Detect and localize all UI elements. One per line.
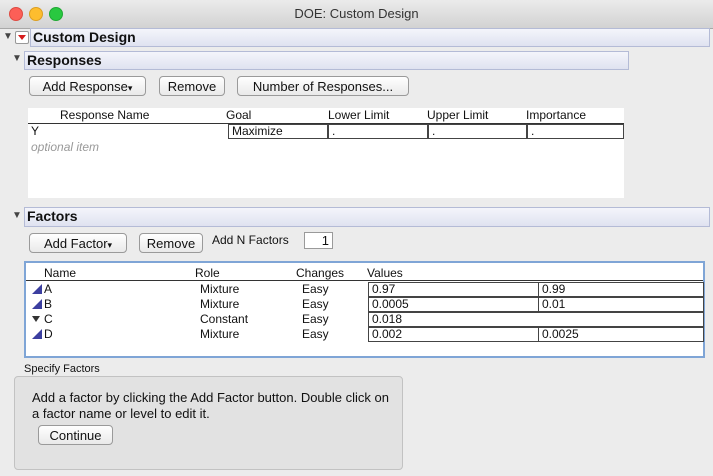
lower-limit-cell[interactable]: . (328, 124, 428, 139)
col-role: Role (195, 266, 220, 280)
add-response-button[interactable]: Add Response▾ (29, 76, 146, 96)
add-n-factors-input[interactable]: 1 (304, 232, 333, 249)
continue-button[interactable]: Continue (38, 425, 113, 445)
factor-role-cell[interactable]: Mixture (200, 327, 239, 341)
add-factor-button[interactable]: Add Factor▾ (29, 233, 127, 253)
number-of-responses-button[interactable]: Number of Responses... (237, 76, 409, 96)
factor-name-cell[interactable]: A (44, 282, 52, 296)
col-changes: Changes (296, 266, 345, 280)
responses-table: Response Name Goal Lower Limit Upper Lim… (28, 108, 624, 198)
red-triangle-menu-icon[interactable] (15, 31, 29, 44)
remove-factor-button[interactable]: Remove (139, 233, 203, 253)
factors-disclosure-icon[interactable]: ▼ (12, 210, 22, 221)
mixture-icon (32, 299, 42, 309)
factors-title: Factors (27, 208, 78, 224)
constant-icon (32, 316, 40, 322)
custom-design-title: Custom Design (33, 29, 136, 45)
add-response-label: Add Response (42, 79, 128, 94)
remove-response-button[interactable]: Remove (159, 76, 225, 96)
factor-value-high-cell[interactable]: 0.01 (538, 297, 704, 312)
responses-header (24, 51, 629, 70)
importance-cell[interactable]: . (527, 124, 624, 139)
factor-value-high-cell[interactable]: 0.0025 (538, 327, 704, 342)
factor-role-cell[interactable]: Mixture (200, 282, 239, 296)
factor-value-high-cell[interactable]: 0.99 (538, 282, 704, 297)
factors-header-divider (26, 280, 703, 281)
col-response-name: Response Name (60, 108, 150, 122)
factor-role-cell[interactable]: Constant (200, 312, 248, 326)
response-name-cell[interactable]: Y (31, 124, 39, 138)
add-factor-label: Add Factor (43, 236, 108, 251)
factor-name-cell[interactable]: B (44, 297, 52, 311)
factor-changes-cell[interactable]: Easy (302, 297, 329, 311)
factor-changes-cell[interactable]: Easy (302, 282, 329, 296)
specify-factors-label: Specify Factors (24, 363, 100, 375)
col-lower-limit: Lower Limit (328, 108, 390, 122)
responses-disclosure-icon[interactable]: ▼ (12, 53, 22, 64)
goal-cell[interactable]: Maximize (228, 124, 328, 139)
col-upper-limit: Upper Limit (427, 108, 489, 122)
col-values: Values (367, 266, 403, 280)
mixture-icon (32, 284, 42, 294)
col-importance: Importance (526, 108, 587, 122)
factor-name-cell[interactable]: D (44, 327, 53, 341)
factor-value-low-cell[interactable]: 0.97 (368, 282, 539, 297)
add-n-factors-label: Add N Factors (212, 233, 289, 247)
window-titlebar: DOE: Custom Design (0, 0, 713, 29)
factor-value-cell[interactable]: 0.018 (368, 312, 704, 327)
factor-changes-cell[interactable]: Easy (302, 327, 329, 341)
chevron-down-icon: ▾ (127, 83, 133, 93)
col-name: Name (44, 266, 77, 280)
custom-design-disclosure-icon[interactable]: ▼ (3, 31, 13, 42)
factor-value-low-cell[interactable]: 0.002 (368, 327, 539, 342)
factors-table: Name Role Changes Values A Mixture Easy … (24, 261, 705, 358)
mixture-icon (32, 329, 42, 339)
upper-limit-cell[interactable]: . (428, 124, 527, 139)
specify-factors-panel: Add a factor by clicking the Add Factor … (14, 376, 403, 470)
factor-value-low-cell[interactable]: 0.0005 (368, 297, 539, 312)
factor-role-cell[interactable]: Mixture (200, 297, 239, 311)
factors-header (24, 207, 710, 227)
chevron-down-icon: ▾ (107, 240, 113, 250)
specify-factors-instructions: Add a factor by clicking the Add Factor … (32, 390, 389, 421)
window-title: DOE: Custom Design (294, 6, 419, 21)
col-goal: Goal (226, 108, 252, 122)
factor-name-cell[interactable]: C (44, 312, 53, 326)
optional-item-placeholder[interactable]: optional item (31, 140, 99, 154)
factor-changes-cell[interactable]: Easy (302, 312, 329, 326)
responses-title: Responses (27, 52, 102, 68)
